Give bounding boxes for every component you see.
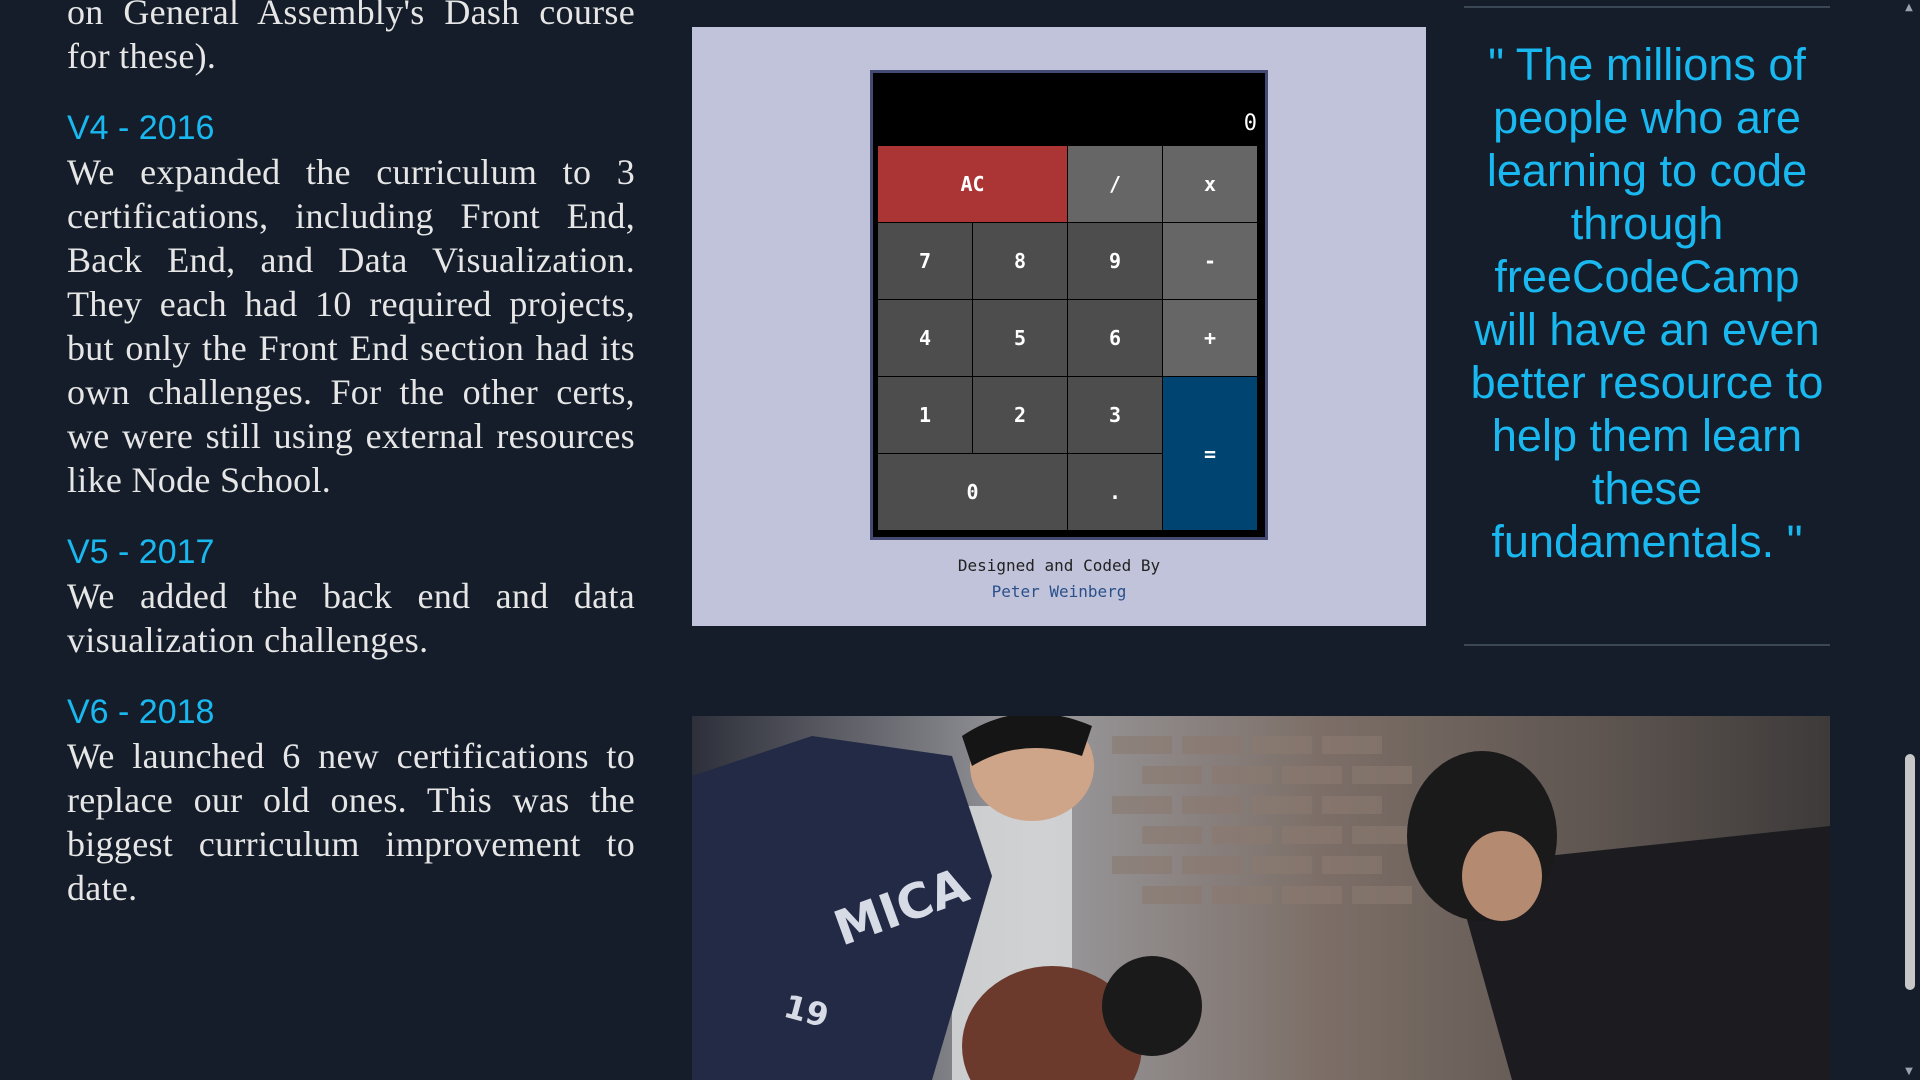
version-text-v4: We expanded the curriculum to 3 certific… (67, 152, 635, 500)
decimal-button[interactable]: . (1068, 454, 1162, 530)
calculator-panel: 0 AC / x 7 8 9 - 4 5 6 + 1 2 3 = 0 . Des… (692, 27, 1426, 626)
five-button[interactable]: 5 (973, 300, 1067, 376)
version-text-v5: We added the back end and data visualiza… (67, 576, 635, 660)
four-button[interactable]: 4 (878, 300, 972, 376)
plus-button[interactable]: + (1163, 300, 1257, 376)
zero-button[interactable]: 0 (878, 454, 1067, 530)
divide-button[interactable]: / (1068, 146, 1162, 222)
six-button[interactable]: 6 (1068, 300, 1162, 376)
three-button[interactable]: 3 (1068, 377, 1162, 453)
students-photo-illustration: MICA 19 (692, 716, 1830, 1080)
scroll-up-arrow-icon[interactable]: ▲ (1903, 2, 1915, 14)
version-title-v6: V6 - 2018 (67, 693, 215, 731)
nine-button[interactable]: 9 (1068, 223, 1162, 299)
calculator: 0 AC / x 7 8 9 - 4 5 6 + 1 2 3 = 0 . (870, 70, 1268, 540)
author-link[interactable]: Peter Weinberg (992, 582, 1127, 601)
quote-block: " The millions of people who are learnin… (1464, 6, 1830, 646)
version-text-v6: We launched 6 new certifications to repl… (67, 736, 635, 908)
quote-text: " The millions of people who are learnin… (1470, 39, 1824, 567)
scrollbar[interactable]: ▲ ▼ (1898, 0, 1920, 1080)
one-button[interactable]: 1 (878, 377, 972, 453)
credit: Designed and Coded By Peter Weinberg (692, 553, 1426, 605)
multiply-button[interactable]: x (1163, 146, 1257, 222)
history-column: on General Assembly's Dash course for th… (67, 0, 635, 940)
calculator-keypad: AC / x 7 8 9 - 4 5 6 + 1 2 3 = 0 . (878, 146, 1257, 530)
scroll-down-arrow-icon[interactable]: ▼ (1903, 1066, 1915, 1078)
version-title-v5: V5 - 2017 (67, 533, 215, 571)
calculator-display: 0 (873, 73, 1265, 145)
clear-button[interactable]: AC (878, 146, 1067, 222)
seven-button[interactable]: 7 (878, 223, 972, 299)
version-title-v4: V4 - 2016 (67, 109, 215, 147)
scroll-thumb[interactable] (1905, 754, 1915, 990)
students-photo: MICA 19 (692, 716, 1830, 1080)
two-button[interactable]: 2 (973, 377, 1067, 453)
eight-button[interactable]: 8 (973, 223, 1067, 299)
intro-paragraph-tail: on General Assembly's Dash course for th… (67, 0, 635, 76)
display-value: 0 (1243, 111, 1257, 136)
equals-button[interactable]: = (1163, 377, 1257, 530)
minus-button[interactable]: - (1163, 223, 1257, 299)
credit-line: Designed and Coded By (957, 556, 1161, 575)
